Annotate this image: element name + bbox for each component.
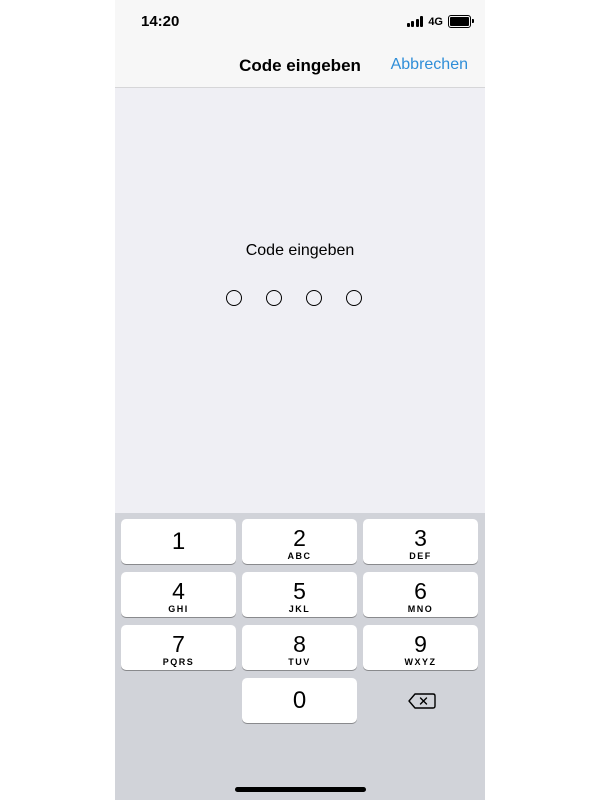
- key-2[interactable]: 2 ABC: [242, 519, 357, 564]
- key-4[interactable]: 4 GHI: [121, 572, 236, 617]
- key-9[interactable]: 9 WXYZ: [363, 625, 478, 670]
- key-3[interactable]: 3 DEF: [363, 519, 478, 564]
- cancel-button[interactable]: Abbrechen: [391, 56, 468, 74]
- delete-button[interactable]: [400, 686, 444, 716]
- backspace-icon: [408, 693, 436, 709]
- key-1[interactable]: 1: [121, 519, 236, 564]
- signal-strength-icon: [406, 16, 424, 27]
- key-0[interactable]: 0: [242, 678, 357, 723]
- code-dot-2: [266, 290, 282, 306]
- code-prompt: Code eingeben: [245, 242, 355, 259]
- numeric-keypad: 1 2 ABC 3 DEF 4 GHI 5 JKL 6 MNO 7 PQRS 8…: [115, 513, 485, 800]
- network-type-label: 4G: [428, 15, 443, 28]
- status-time: 14:20: [141, 13, 180, 30]
- key-5[interactable]: 5 JKL: [242, 572, 357, 617]
- key-6[interactable]: 6 MNO: [363, 572, 478, 617]
- navigation-bar: Code eingeben Abbrechen: [115, 44, 485, 88]
- code-dots: [226, 290, 362, 306]
- battery-icon: [448, 15, 474, 28]
- home-indicator[interactable]: [235, 787, 366, 792]
- code-entry-area: Code eingeben: [115, 88, 485, 513]
- code-dot-1: [226, 290, 242, 306]
- status-bar: 14:20 4G: [115, 0, 485, 44]
- code-dot-3: [306, 290, 322, 306]
- status-indicators: 4G: [406, 15, 474, 28]
- key-8[interactable]: 8 TUV: [242, 625, 357, 670]
- phone-screen: 14:20 4G Code eingeben Abbrechen Code ei…: [115, 0, 485, 800]
- key-7[interactable]: 7 PQRS: [121, 625, 236, 670]
- code-dot-4: [346, 290, 362, 306]
